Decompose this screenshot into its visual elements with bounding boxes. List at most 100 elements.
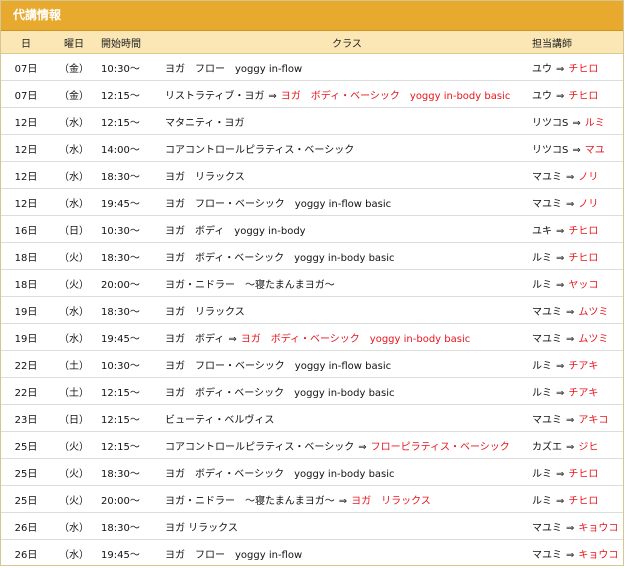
teacher-original: ルミ: [532, 468, 552, 480]
row-dow: （水）: [51, 107, 97, 135]
row-day: 12日: [1, 188, 51, 216]
row-teacher: マユミ ⇒ キョウコ: [529, 512, 623, 540]
teacher-substitute: チアキ: [568, 360, 599, 372]
header-time: 開始時間: [97, 31, 161, 54]
row-time: 12:15～: [97, 107, 161, 135]
row-day: 23日: [1, 404, 51, 432]
teacher-original: マユミ: [532, 198, 562, 210]
row-dow: （火）: [51, 431, 97, 459]
row-time: 19:45～: [97, 188, 161, 216]
teacher-substitute: ムツミ: [578, 306, 609, 318]
class-original: ヨガ リラックス: [165, 306, 245, 318]
teacher-substitute: チヒロ: [568, 225, 599, 237]
arrow-icon: ⇒: [572, 144, 581, 156]
class-original: ヨガ リラックス: [165, 171, 245, 183]
teacher-original: マユミ: [532, 333, 562, 345]
class-original: ヨガ ボディ yoggy in-body: [165, 225, 306, 237]
teacher-original: ユウ: [532, 90, 552, 102]
row-class: ヨガ フロー yoggy in-flow: [161, 53, 529, 81]
row-class: ヨガ リラックス: [161, 296, 529, 324]
table-row: 19日 （水） 19:45～ ヨガ ボディ ⇒ ヨガ ボディ・ベーシック yoggy in…: [1, 323, 623, 351]
row-teacher: マユミ ⇒ アキコ: [529, 404, 623, 432]
row-time: 12:15～: [97, 431, 161, 459]
table-row: 26日 （水） 19:45～ ヨガ フロー yoggy in-flow マユミ ⇒ キョウコ: [1, 539, 623, 565]
teacher-original: ユウ: [532, 63, 552, 75]
row-day: 19日: [1, 296, 51, 324]
class-original: ヨガ フロー yoggy in-flow: [165, 63, 303, 75]
teacher-original: マユミ: [532, 306, 562, 318]
row-day: 12日: [1, 161, 51, 189]
row-dow: （水）: [51, 512, 97, 540]
arrow-icon: ⇒: [566, 522, 575, 534]
teacher-substitute: チヒロ: [568, 252, 599, 264]
arrow-icon: ⇒: [566, 414, 575, 426]
table-row: 12日 （水） 18:30～ ヨガ リラックス マユミ ⇒ ノリ: [1, 161, 623, 189]
arrow-icon: ⇒: [566, 171, 575, 183]
arrow-icon: ⇒: [556, 360, 565, 372]
row-dow: （水）: [51, 188, 97, 216]
table-row: 25日 （火） 12:15～ コアコントロールピラティス・ベーシック ⇒ フローピラティス…: [1, 431, 623, 459]
arrow-icon: ⇒: [358, 441, 367, 453]
row-dow: （火）: [51, 242, 97, 270]
arrow-icon: ⇒: [566, 306, 575, 318]
teacher-substitute: チヒロ: [568, 468, 599, 480]
teacher-substitute: チヒロ: [568, 63, 599, 75]
row-teacher: ユウ ⇒ チヒロ: [529, 53, 623, 81]
row-teacher: リツコS ⇒ マユ: [529, 134, 623, 162]
row-day: 26日: [1, 539, 51, 565]
row-teacher: ルミ ⇒ チヒロ: [529, 242, 623, 270]
row-time: 20:00～: [97, 269, 161, 297]
class-substitute: ヨガ リラックス: [351, 495, 431, 507]
teacher-substitute: チヒロ: [568, 90, 599, 102]
teacher-original: ルミ: [532, 387, 552, 399]
row-teacher: マユミ ⇒ ノリ: [529, 188, 623, 216]
table-row: 25日 （火） 20:00～ ヨガ・ニドラー ～寝たまんまヨガ～ ⇒ ヨガ リラックス ルミ…: [1, 485, 623, 513]
arrow-icon: ⇒: [228, 333, 237, 345]
row-day: 25日: [1, 431, 51, 459]
class-original: ヨガ ボディ・ベーシック yoggy in-body basic: [165, 387, 395, 399]
row-time: 18:30～: [97, 458, 161, 486]
teacher-substitute: キョウコ: [578, 522, 619, 534]
class-original: ヨガ フロー・ベーシック yoggy in-flow basic: [165, 360, 392, 372]
row-day: 12日: [1, 107, 51, 135]
row-dow: （水）: [51, 539, 97, 565]
substitute-table: 日 曜日 開始時間 クラス 担当講師 07日 （金） 10:30～ ヨガ フロー yo…: [1, 31, 623, 565]
row-time: 19:45～: [97, 323, 161, 351]
teacher-original: ルミ: [532, 495, 552, 507]
row-time: 20:00～: [97, 485, 161, 513]
table-row: 12日 （水） 14:00～ コアコントロールピラティス・ベーシック リツコS ⇒ マユ: [1, 134, 623, 162]
substitute-info-panel: 代講情報 日 曜日 開始時間 クラス 担当講師 07日 （金） 10:30～ ヨガ フ…: [0, 0, 624, 566]
teacher-substitute: ムツミ: [578, 333, 609, 345]
row-time: 10:30～: [97, 53, 161, 81]
table-row: 23日 （日） 12:15～ ビューティ・ベルヴィス マユミ ⇒ アキコ: [1, 404, 623, 432]
row-dow: （火）: [51, 485, 97, 513]
row-time: 12:15～: [97, 377, 161, 405]
row-dow: （土）: [51, 377, 97, 405]
arrow-icon: ⇒: [268, 90, 277, 102]
row-dow: （火）: [51, 269, 97, 297]
table-row: 12日 （水） 12:15～ マタニティ・ヨガ リツコS ⇒ ルミ: [1, 107, 623, 135]
table-row: 12日 （水） 19:45～ ヨガ フロー・ベーシック yoggy in-flow b…: [1, 188, 623, 216]
row-class: ヨガ リラックス: [161, 512, 529, 540]
row-class: コアコントロールピラティス・ベーシック: [161, 134, 529, 162]
row-time: 10:30～: [97, 215, 161, 243]
row-teacher: マユミ ⇒ ノリ: [529, 161, 623, 189]
table-row: 19日 （水） 18:30～ ヨガ リラックス マユミ ⇒ ムツミ: [1, 296, 623, 324]
teacher-original: マユミ: [532, 171, 562, 183]
header-class: クラス: [161, 31, 529, 54]
class-original: ヨガ・ニドラー ～寝たまんまヨガ～: [165, 279, 335, 291]
row-class: ヨガ ボディ・ベーシック yoggy in-body basic: [161, 458, 529, 486]
teacher-original: ルミ: [532, 252, 552, 264]
row-dow: （金）: [51, 80, 97, 108]
row-teacher: リツコS ⇒ ルミ: [529, 107, 623, 135]
row-dow: （日）: [51, 215, 97, 243]
panel-title: 代講情報: [1, 1, 623, 31]
class-original: ビューティ・ベルヴィス: [165, 414, 275, 426]
row-time: 18:30～: [97, 296, 161, 324]
arrow-icon: ⇒: [556, 252, 565, 264]
row-teacher: ルミ ⇒ チアキ: [529, 350, 623, 378]
row-class: ヨガ ボディ・ベーシック yoggy in-body basic: [161, 242, 529, 270]
row-time: 18:30～: [97, 242, 161, 270]
class-original: ヨガ フロー yoggy in-flow: [165, 549, 303, 561]
teacher-original: ルミ: [532, 279, 552, 291]
